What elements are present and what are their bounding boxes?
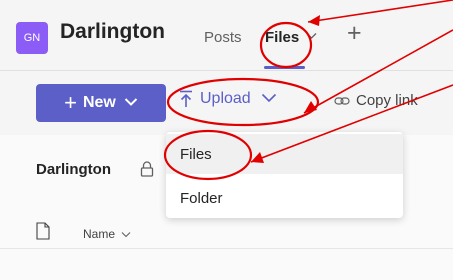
plus-icon: + xyxy=(64,90,77,115)
copy-link-button[interactable]: Copy link xyxy=(334,92,418,109)
chevron-down-icon xyxy=(261,90,283,108)
upload-button[interactable]: Upload xyxy=(178,90,283,108)
files-tab-chevron-down-icon[interactable] xyxy=(306,31,317,43)
upload-dropdown-menu: Files Folder xyxy=(166,132,403,218)
upload-icon xyxy=(180,90,192,107)
active-tab-indicator xyxy=(264,66,305,69)
menu-item-files[interactable]: Files xyxy=(166,134,403,174)
link-icon xyxy=(334,96,350,105)
tab-files[interactable]: Files xyxy=(265,29,299,46)
menu-item-folder-label: Folder xyxy=(180,189,223,207)
chevron-down-icon xyxy=(124,94,138,112)
row-divider xyxy=(0,248,453,249)
name-column-header[interactable]: Name xyxy=(83,227,131,241)
avatar[interactable]: GN xyxy=(16,22,48,54)
tab-posts[interactable]: Posts xyxy=(204,29,242,46)
menu-item-files-label: Files xyxy=(180,145,212,163)
new-button-label: New xyxy=(82,94,116,111)
chevron-down-icon xyxy=(121,232,131,238)
name-column-label: Name xyxy=(83,227,116,241)
team-name[interactable]: Darlington xyxy=(60,20,165,44)
breadcrumb[interactable]: Darlington xyxy=(36,161,111,178)
new-button[interactable]: + New xyxy=(36,84,166,122)
upload-label: Upload xyxy=(200,90,251,107)
header-divider xyxy=(0,70,453,71)
add-tab-button[interactable]: + xyxy=(347,19,362,48)
team-header: GN Darlington Posts Files + xyxy=(0,0,453,70)
copy-link-label: Copy link xyxy=(356,92,418,109)
lock-icon xyxy=(140,160,154,183)
menu-item-folder[interactable]: Folder xyxy=(166,178,403,218)
document-icon xyxy=(36,222,50,245)
